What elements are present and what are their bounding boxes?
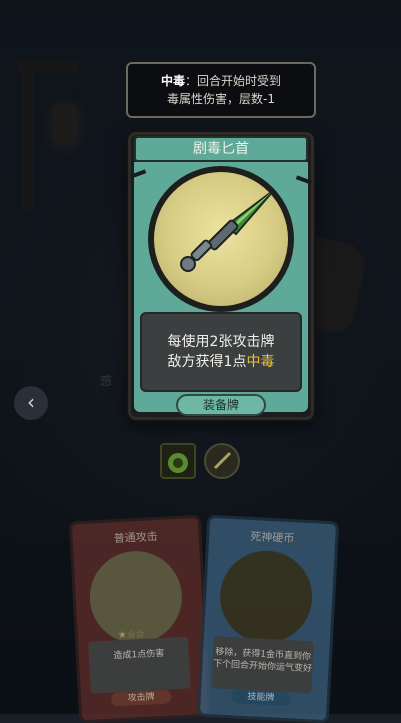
hand-card-desc: 造成1点伤害	[88, 636, 191, 694]
tooltip-text-line2: 毒属性伤害，层数-1	[167, 92, 275, 106]
card-detail[interactable]: 剧毒匕首 每使用2张攻击牌 敌方获得1点中毒 装备牌	[128, 132, 314, 420]
hand-card-type: 技能牌	[230, 689, 292, 707]
hand-card-skill[interactable]: 死神硬币 移除，获得1金币直到你下个回合开始你运气变好 技能牌	[196, 514, 340, 723]
card-desc-highlight: 中毒	[246, 354, 275, 370]
dagger-small-icon	[213, 451, 232, 470]
card-desc-line2: 敌方获得1点中毒	[142, 352, 300, 372]
card-desc-line1: 每使用2张攻击牌	[167, 334, 275, 350]
tooltip-text-line1: ：回合开始时受到	[185, 74, 282, 88]
card-title: 剧毒匕首	[193, 141, 249, 157]
keyword-tooltip: 中毒：回合开始时受到 毒属性伤害，层数-1	[126, 62, 316, 118]
poison-flask-icon	[168, 453, 188, 473]
coin-icon	[217, 548, 315, 646]
card-art	[154, 172, 288, 306]
tooltip-line1: 中毒：回合开始时受到	[128, 72, 314, 90]
hand-card-title: 死神硬币	[249, 529, 295, 546]
tooltip-keyword: 中毒	[160, 74, 185, 88]
card-desc-line2-prefix: 敌方获得1点	[167, 354, 247, 370]
chevron-left-icon: ‹	[27, 390, 35, 414]
card-thumbnail[interactable]	[160, 443, 196, 479]
hand-card-type: 攻击牌	[110, 689, 172, 707]
hand-card-title: 普通攻击	[113, 529, 159, 546]
card-type-badge: 装备牌	[176, 394, 266, 416]
dagger-thumbnail[interactable]	[204, 443, 240, 479]
hand-card-desc: 移除，获得1金币直到你下个回合开始你运气变好	[211, 636, 314, 694]
poison-dagger-icon	[180, 189, 275, 272]
card-description: 每使用2张攻击牌 敌方获得1点中毒	[140, 312, 302, 392]
hand-card-attack[interactable]: 普通攻击 ★☆☆ 造成1点伤害 攻击牌	[68, 514, 212, 723]
previous-card-button[interactable]: ‹	[14, 386, 48, 420]
